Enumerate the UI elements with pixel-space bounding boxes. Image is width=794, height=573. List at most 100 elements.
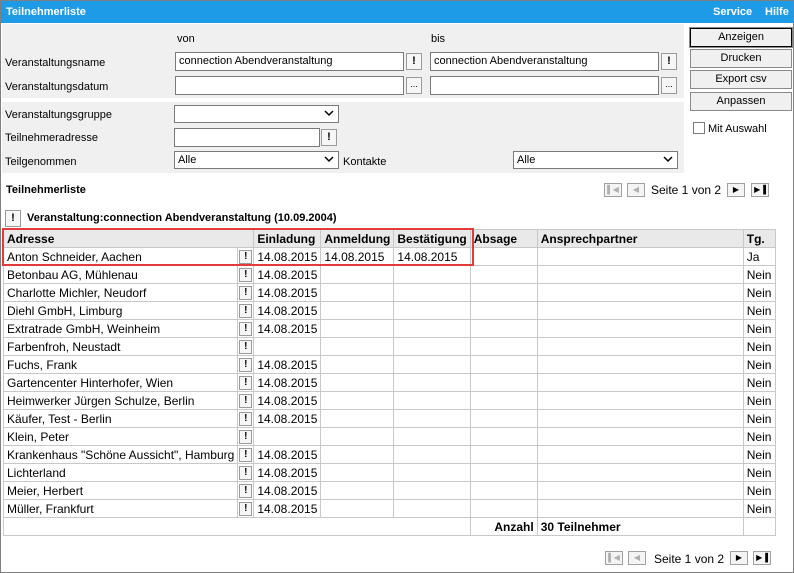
col-header-einladung[interactable]: Einladung — [253, 229, 322, 248]
row-detail-button[interactable]: ! — [239, 249, 253, 264]
table-row[interactable]: Krankenhaus "Schöne Aussicht", Hamburg! 1… — [2, 445, 776, 464]
table-row[interactable]: Heimwerker Jürgen Schulze, Berlin! 14.08.… — [2, 391, 776, 410]
mit-auswahl-label: Mit Auswahl — [708, 123, 767, 135]
col-header-absage[interactable]: Absage — [469, 229, 538, 248]
table-row[interactable]: Gartencenter Hinterhofer, Wien! 14.08.201… — [2, 373, 776, 392]
row-detail-button[interactable]: ! — [239, 447, 253, 462]
kontakte-select[interactable]: Alle — [513, 151, 678, 169]
teilnehmeradresse-lookup-button[interactable]: ! — [321, 129, 337, 146]
col-header-adresse[interactable]: Adresse — [2, 229, 255, 248]
first-page-icon[interactable]: ▌◀ — [604, 183, 622, 197]
row-detail-button[interactable]: ! — [239, 411, 253, 426]
table-row[interactable]: Lichterland! 14.08.2015 Nein — [2, 463, 776, 482]
teilgenommen-value: Alle — [178, 154, 197, 166]
row-detail-button[interactable]: ! — [239, 339, 253, 354]
row-detail-button[interactable]: ! — [239, 357, 253, 372]
veranstaltungsname-von-lookup-button[interactable]: ! — [406, 53, 422, 70]
cell-tg: Nein — [742, 463, 776, 482]
table-row[interactable]: Meier, Herbert! 14.08.2015 Nein — [2, 481, 776, 500]
last-page-icon[interactable]: ▶▐ — [751, 183, 769, 197]
last-page-icon[interactable]: ▶▐ — [753, 551, 771, 565]
cell-adresse: Anton Schneider, Aachen — [2, 247, 239, 266]
window-title: Teilnehmerliste — [6, 6, 86, 18]
cell-absage — [469, 265, 538, 284]
group-title: Veranstaltung:connection Abendveranstalt… — [27, 212, 337, 224]
anpassen-button[interactable]: Anpassen — [690, 92, 792, 111]
first-page-icon[interactable]: ▌◀ — [605, 551, 623, 565]
veranstaltungsdatum-von-input[interactable] — [175, 76, 404, 95]
row-detail-button[interactable]: ! — [239, 501, 253, 516]
row-detail-button[interactable]: ! — [239, 303, 253, 318]
cell-adresse: Fuchs, Frank — [2, 355, 239, 374]
next-page-icon[interactable]: ▶ — [727, 183, 745, 197]
row-detail-button[interactable]: ! — [239, 285, 253, 300]
table-row[interactable]: Betonbau AG, Mühlenau! 14.08.2015 Nein — [2, 265, 776, 284]
prev-page-icon[interactable]: ◀ — [628, 551, 646, 565]
col-header-ansprechpartner[interactable]: Ansprechpartner — [536, 229, 744, 248]
anzeigen-button[interactable]: Anzeigen — [689, 27, 793, 48]
table-row[interactable]: Anton Schneider, Aachen! 14.08.2015 14.08.… — [2, 247, 776, 266]
row-detail-button[interactable]: ! — [239, 483, 253, 498]
export-csv-button[interactable]: Export csv — [690, 70, 792, 89]
teilgenommen-select[interactable]: Alle — [174, 151, 339, 169]
veranstaltungsname-bis-lookup-button[interactable]: ! — [661, 53, 677, 70]
table-header-row: Adresse Einladung Anmeldung Bestätigung … — [2, 229, 776, 248]
cell-tg: Nein — [742, 301, 776, 320]
row-detail-button[interactable]: ! — [239, 321, 253, 336]
row-detail-button[interactable]: ! — [239, 429, 253, 444]
table-row[interactable]: Farbenfroh, Neustadt! Nein — [2, 337, 776, 356]
row-detail-button[interactable]: ! — [239, 465, 253, 480]
mit-auswahl-checkbox[interactable] — [693, 122, 705, 134]
table-row[interactable]: Fuchs, Frank! 14.08.2015 Nein — [2, 355, 776, 374]
cell-bestaetigung — [393, 301, 471, 320]
col-header-tg[interactable]: Tg. — [742, 229, 776, 248]
cell-bestaetigung — [393, 319, 471, 338]
cell-ansprechpartner — [536, 247, 744, 266]
prev-page-icon[interactable]: ◀ — [627, 183, 645, 197]
menu-service[interactable]: Service — [713, 6, 752, 18]
col-header-anmeldung[interactable]: Anmeldung — [320, 229, 395, 248]
table-row[interactable]: Extratrade GmbH, Weinheim! 14.08.2015 Nein — [2, 319, 776, 338]
veranstaltungsdatum-bis-input[interactable] — [430, 76, 659, 95]
table-row[interactable]: Käufer, Test - Berlin! 14.08.2015 Nein — [2, 409, 776, 428]
veranstaltungsdatum-von-picker-button[interactable]: ... — [406, 77, 422, 94]
table-row[interactable]: Müller, Frankfurt! 14.08.2015 Nein — [2, 499, 776, 518]
veranstaltungsdatum-label: Veranstaltungsdatum — [5, 81, 109, 93]
drucken-button[interactable]: Drucken — [690, 49, 792, 68]
cell-ansprechpartner — [536, 445, 744, 464]
teilnehmeradresse-input[interactable] — [174, 128, 320, 147]
veranstaltungsdatum-bis-picker-button[interactable]: ... — [661, 77, 677, 94]
row-detail-button[interactable]: ! — [239, 267, 253, 282]
cell-ansprechpartner — [536, 391, 744, 410]
menu-hilfe[interactable]: Hilfe — [765, 6, 789, 18]
cell-einladung: 14.08.2015 — [253, 319, 322, 338]
row-detail-button[interactable]: ! — [239, 393, 253, 408]
table-row[interactable]: Charlotte Michler, Neudorf! 14.08.2015 Nei… — [2, 283, 776, 302]
cell-anmeldung — [320, 427, 395, 446]
cell-absage — [469, 247, 538, 266]
row-detail-cell: ! — [237, 445, 255, 464]
group-detail-button[interactable]: ! — [5, 210, 21, 227]
cell-tg: Nein — [742, 481, 776, 500]
veranstaltungsgruppe-select[interactable] — [174, 105, 339, 123]
table-row[interactable]: Diehl GmbH, Limburg! 14.08.2015 Nein — [2, 301, 776, 320]
table-body: Anton Schneider, Aachen! 14.08.2015 14.08.… — [2, 247, 776, 518]
row-detail-cell: ! — [237, 283, 255, 302]
row-detail-cell: ! — [237, 463, 255, 482]
cell-anmeldung — [320, 445, 395, 464]
row-detail-button[interactable]: ! — [239, 375, 253, 390]
veranstaltungsname-bis-input[interactable]: connection Abendveranstaltung — [430, 52, 659, 71]
table-row[interactable]: Klein, Peter! Nein — [2, 427, 776, 446]
next-page-icon[interactable]: ▶ — [730, 551, 748, 565]
veranstaltungsname-von-input[interactable]: connection Abendveranstaltung — [175, 52, 404, 71]
cell-tg: Nein — [742, 391, 776, 410]
cell-tg: Nein — [742, 427, 776, 446]
cell-anmeldung — [320, 373, 395, 392]
teilnehmeradresse-label: Teilnehmeradresse — [5, 132, 98, 144]
cell-anmeldung — [320, 283, 395, 302]
row-detail-cell: ! — [237, 427, 255, 446]
cell-absage — [469, 337, 538, 356]
cell-tg: Nein — [742, 355, 776, 374]
anzahl-value: 30 Teilnehmer — [536, 517, 744, 536]
col-header-bestaetigung[interactable]: Bestätigung — [393, 229, 471, 248]
